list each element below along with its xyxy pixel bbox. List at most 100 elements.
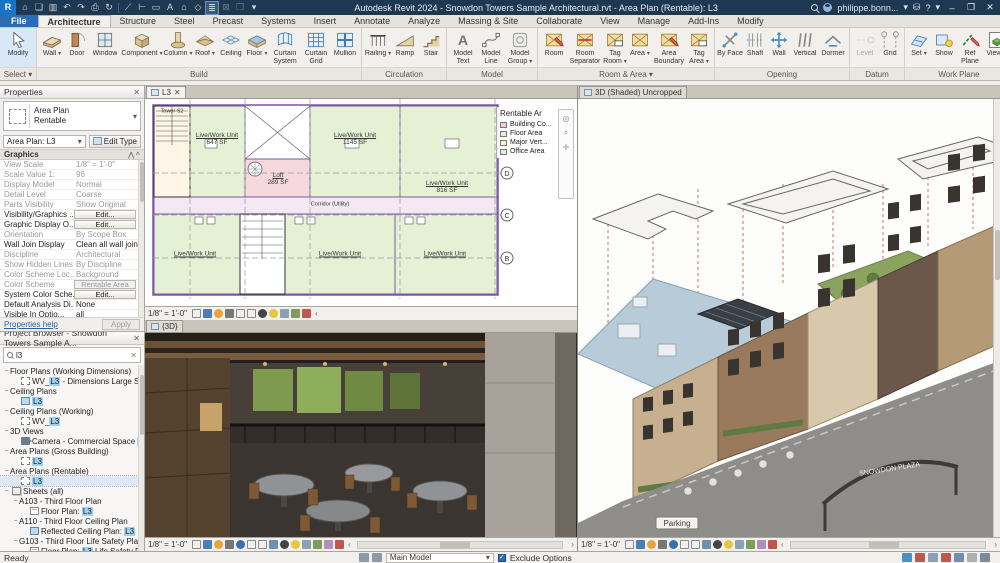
render-dialog-icon[interactable] <box>236 540 246 549</box>
tree-item-a110-third-floor-ceiling-plan[interactable]: − A110 - Third Floor Ceiling Plan <box>0 516 144 526</box>
tree-item-wv-l3-dimensions-large-scale[interactable]: WV_L3 - Dimensions Large Scale <box>0 376 144 386</box>
area-button[interactable]: Area ▾ <box>628 29 652 67</box>
visible-in-optio-value[interactable]: all <box>74 310 144 317</box>
background-processes-indicator[interactable] <box>967 553 978 562</box>
temporary-view-properties-icon[interactable] <box>735 540 745 549</box>
ribbon-tab-structure[interactable]: Structure <box>111 15 166 27</box>
wall-join-display-value[interactable]: Clean all wall joins <box>74 240 144 249</box>
close-inactive-views-icon[interactable]: ⊠ <box>219 0 233 15</box>
ribbon-tab-annotate[interactable]: Annotate <box>345 15 399 27</box>
ribbon-tab-file[interactable]: File <box>0 15 38 27</box>
graphic-display-o-edit-button[interactable]: Edit... <box>74 220 136 229</box>
pan-icon[interactable]: ✛ <box>563 143 570 152</box>
model-line-button[interactable]: Model Line <box>477 29 505 67</box>
room-separator-button[interactable]: Room Separator <box>568 29 602 67</box>
default-analysis-di-value[interactable]: None <box>74 300 144 309</box>
zoom-icon[interactable]: ⌕ <box>564 128 568 138</box>
select-pinned-elements-toggle[interactable] <box>928 553 939 562</box>
ceiling-button[interactable]: Ceiling <box>217 29 245 67</box>
shaft-button[interactable]: Shaft <box>743 29 767 67</box>
expander-icon[interactable]: − <box>12 538 19 545</box>
plan-view-tab[interactable]: L3 ✕ <box>146 86 186 98</box>
room-tag[interactable]: Live/Work Unit <box>424 251 466 258</box>
properties-scrollbar[interactable] <box>138 160 144 317</box>
modify-button[interactable]: Modify <box>2 29 34 67</box>
exterior-canvas[interactable]: SNOWDON PLAZA Parking <box>578 99 1000 537</box>
room-tag[interactable]: Live/Work Unit <box>319 251 361 258</box>
close-button[interactable]: ✕ <box>983 2 997 13</box>
set-button[interactable]: Set ▾ <box>907 29 931 67</box>
interior-view-tab[interactable]: {3D} <box>146 320 183 332</box>
design-options-button[interactable] <box>371 553 382 562</box>
select-elements-by-face-toggle[interactable] <box>941 553 952 562</box>
edit-type-button[interactable]: Edit Type <box>88 134 141 148</box>
scale-button[interactable]: 1/8" = 1'-0" <box>148 309 187 318</box>
reveal-hidden-elements-icon[interactable] <box>724 540 734 549</box>
exterior-vertical-scrollbar[interactable] <box>993 99 1000 537</box>
signed-in-user[interactable]: philippe.bonn... <box>837 3 898 13</box>
wall-button[interactable]: Wall ▾ <box>39 29 65 67</box>
worksharing-display-icon[interactable] <box>313 540 323 549</box>
expander-icon[interactable]: − <box>3 368 10 375</box>
by-face-button[interactable]: By Face <box>717 29 743 67</box>
ramp-button[interactable]: Ramp <box>392 29 418 67</box>
ribbon-tab-analyze[interactable]: Analyze <box>399 15 449 27</box>
text-icon[interactable]: A <box>163 0 177 15</box>
tree-item-area-plans-rentable[interactable]: − Area Plans (Rentable) <box>0 466 144 476</box>
steering-wheel-icon[interactable]: ◎ <box>563 114 570 123</box>
help-caret[interactable]: ▾ <box>935 2 940 13</box>
sun-path-icon[interactable] <box>647 540 657 549</box>
reveal-hidden-elements-icon[interactable] <box>269 309 279 318</box>
ribbon-tab-manage[interactable]: Manage <box>629 15 680 27</box>
instance-selector[interactable]: Area Plan: L3 ▾ <box>3 134 86 148</box>
crop-view-icon[interactable] <box>236 309 246 318</box>
temporary-view-properties-icon[interactable] <box>302 540 312 549</box>
tree-item-floor-plan-l3-life-safety-plan[interactable]: Floor Plan: L3 Life Safety Plan <box>0 546 144 551</box>
filter-button[interactable] <box>980 553 991 562</box>
model-group-button[interactable]: Model Group ▾ <box>505 29 535 67</box>
tree-item-g103-third-floor-life-safety-plan[interactable]: − G103 - Third Floor Life Safety Plan <box>0 536 144 546</box>
show-crop-region-icon[interactable] <box>691 540 701 549</box>
crop-region-icon[interactable] <box>192 540 202 549</box>
browser-scrollbar[interactable] <box>138 365 144 551</box>
drag-elements-on-selection-toggle[interactable] <box>954 553 965 562</box>
curtain-grid-button[interactable]: Curtain Grid <box>301 29 331 67</box>
tree-item-reflected-ceiling-plan-l3[interactable]: Reflected Ceiling Plan: L3 <box>0 526 144 536</box>
visibility-graphics-edit-button[interactable]: Edit... <box>74 210 136 219</box>
worksharing-display-icon[interactable] <box>291 309 301 318</box>
system-color-sche-edit-button[interactable]: Edit... <box>74 290 136 299</box>
exterior-view-tab[interactable]: 3D (Shaded) Uncropped <box>579 86 687 98</box>
ribbon-tab-insert[interactable]: Insert <box>305 15 346 27</box>
visual-style-icon[interactable] <box>203 540 213 549</box>
expander-icon[interactable]: − <box>3 468 10 475</box>
interior-canvas[interactable] <box>145 333 577 537</box>
mullion-button[interactable]: Mullion <box>331 29 359 67</box>
interior-horizontal-scrollbar[interactable] <box>356 540 564 549</box>
restore-button[interactable]: ❐ <box>964 2 978 13</box>
tree-item-camera-commercial-space-l3[interactable]: Camera - Commercial Space L3 <box>0 436 144 446</box>
ribbon-tab-massing-site[interactable]: Massing & Site <box>449 15 527 27</box>
expander-icon[interactable]: − <box>3 408 10 415</box>
properties-help-link[interactable]: Properties help <box>4 320 58 329</box>
ribbon-tab-systems[interactable]: Systems <box>252 15 305 27</box>
redo-icon[interactable]: ↷ <box>74 0 88 15</box>
ribbon-tab-steel[interactable]: Steel <box>165 15 204 27</box>
ribbon-tab-view[interactable]: View <box>591 15 628 27</box>
grid-button[interactable]: Grid <box>878 29 902 67</box>
level-button[interactable]: Level <box>852 29 878 67</box>
customize-qat-icon[interactable]: ▾ <box>247 0 261 15</box>
select-links-toggle[interactable] <box>902 553 913 562</box>
railing-button[interactable]: Railing ▾ <box>364 29 392 67</box>
reveal-constraints-icon[interactable] <box>768 540 778 549</box>
stair-button[interactable]: Stair <box>418 29 444 67</box>
ribbon-tab-collaborate[interactable]: Collaborate <box>527 15 591 27</box>
expander-icon[interactable]: − <box>12 518 19 525</box>
expander-icon[interactable]: − <box>12 498 19 505</box>
vertical-button[interactable]: Vertical <box>791 29 819 67</box>
tag-room-button[interactable]: Tag Room ▾ <box>602 29 628 67</box>
tree-item-area-plans-gross-building[interactable]: − Area Plans (Gross Building) <box>0 446 144 456</box>
show-crop-region-icon[interactable] <box>258 540 268 549</box>
undo-icon[interactable]: ↶ <box>60 0 74 15</box>
apply-button[interactable]: Apply <box>102 319 140 330</box>
ref-plane-button[interactable]: Ref Plane <box>957 29 983 67</box>
